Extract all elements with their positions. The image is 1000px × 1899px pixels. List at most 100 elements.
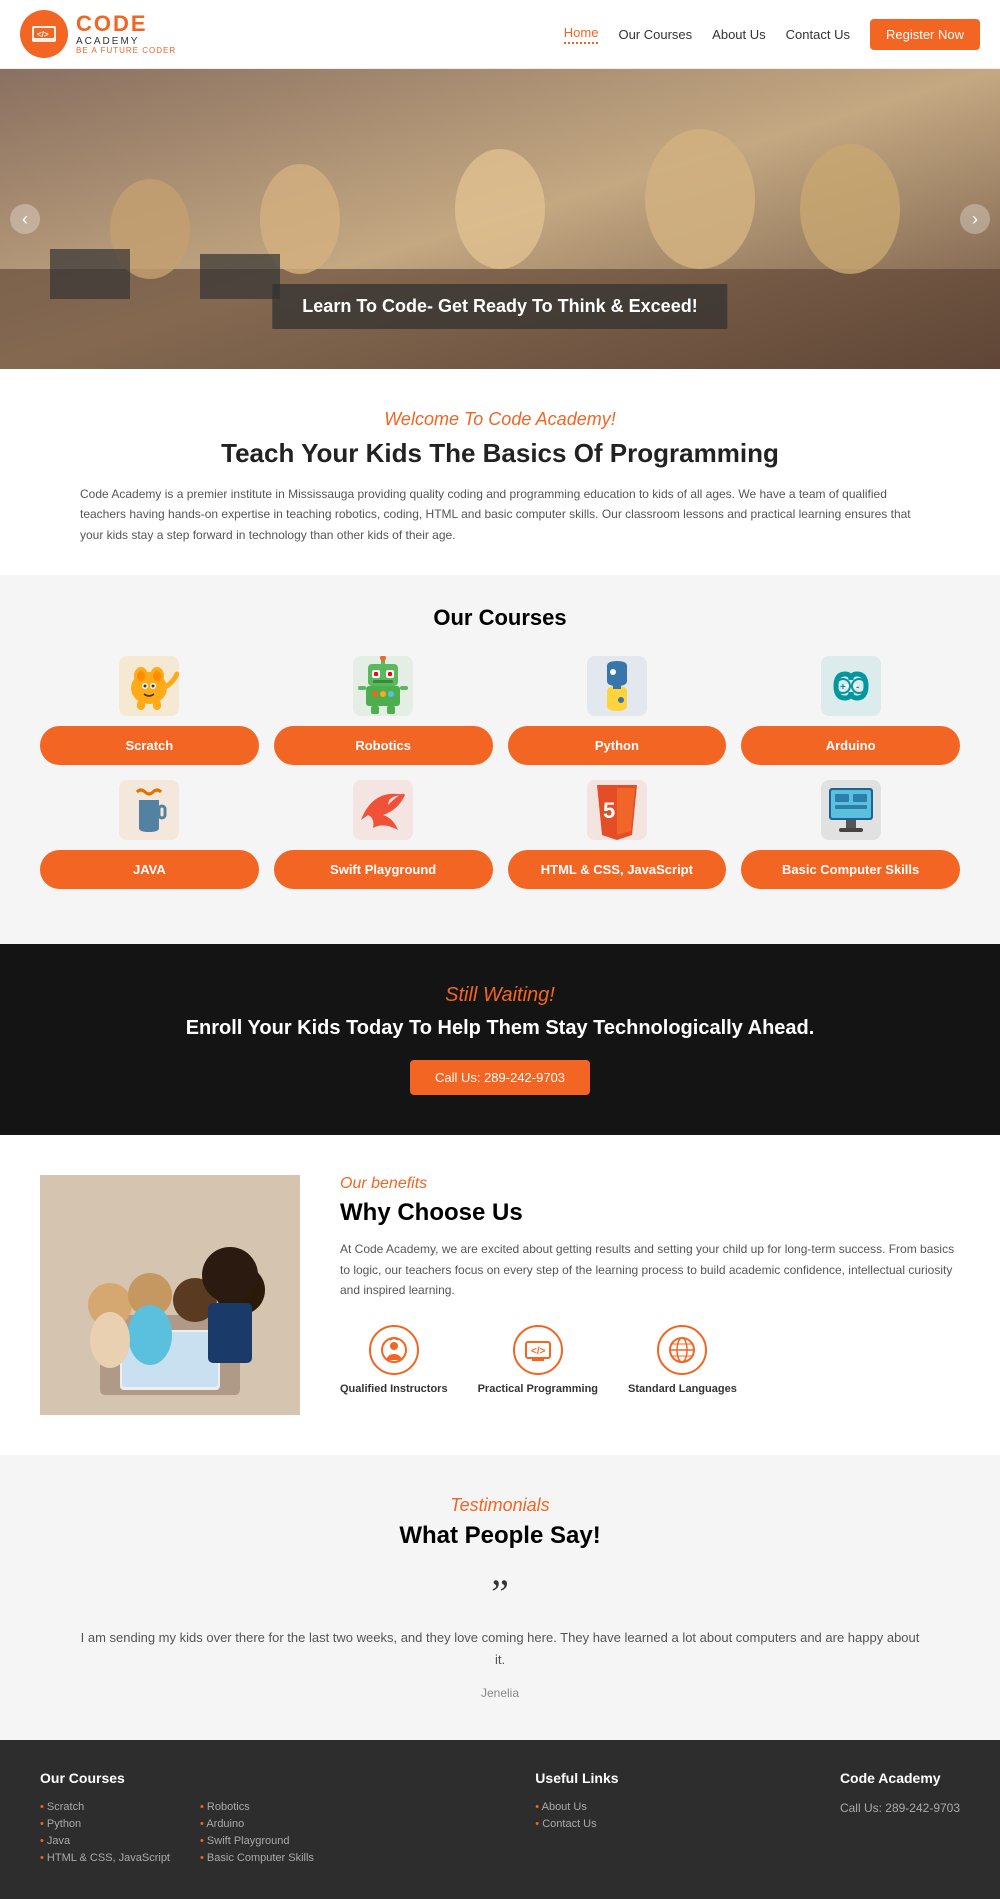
python-button[interactable]: Python (508, 726, 727, 765)
robotics-button[interactable]: Robotics (274, 726, 493, 765)
logo: </> CODE ACADEMY BE A FUTURE CODER (20, 10, 176, 58)
svg-text:</>: </> (531, 1346, 546, 1357)
footer-link-contact[interactable]: Contact Us (535, 1818, 618, 1830)
footer-course-java: Java (40, 1835, 170, 1847)
courses-section: Our Courses (0, 575, 1000, 944)
computer-icon (821, 780, 881, 840)
footer-brand-call: Call Us: 289-242-9703 (840, 1801, 960, 1815)
robotics-icon (353, 656, 413, 716)
course-swift: Swift Playground (274, 780, 493, 889)
footer-course-computer: Basic Computer Skills (200, 1852, 314, 1864)
swift-icon (353, 780, 413, 840)
testimonials-heading: What People Say! (80, 1522, 920, 1550)
benefit-practical: </> Practical Programming (478, 1325, 598, 1395)
nav-courses[interactable]: Our Courses (618, 27, 692, 42)
footer-course-robotics: Robotics (200, 1801, 314, 1813)
why-image (40, 1175, 300, 1415)
course-robotics: Robotics (274, 656, 493, 765)
call-button[interactable]: Call Us: 289-242-9703 (410, 1060, 590, 1095)
footer-links-heading: Useful Links (535, 1770, 618, 1786)
svg-text:-: - (856, 682, 859, 693)
svg-text:5: 5 (603, 798, 615, 823)
welcome-description: Code Academy is a premier institute in M… (80, 484, 920, 545)
footer-course-arduino: Arduino (200, 1818, 314, 1830)
course-scratch: Scratch (40, 656, 259, 765)
course-arduino: + - Arduino (741, 656, 960, 765)
footer-course-python: Python (40, 1818, 170, 1830)
benefit-qualified: Qualified Instructors (340, 1325, 448, 1395)
logo-tagline: BE A FUTURE CODER (76, 47, 176, 56)
footer-links-col: Useful Links About Us Contact Us (535, 1770, 618, 1869)
testimonial-author: Jenelia (80, 1686, 920, 1700)
courses-row2: JAVA Swift Playground 5 (40, 780, 960, 889)
footer-course-swift: Swift Playground (200, 1835, 314, 1847)
logo-icon: </> (20, 10, 68, 58)
arduino-icon: + - (821, 656, 881, 716)
footer-courses-heading: Our Courses (40, 1770, 314, 1786)
nav-links: Home Our Courses About Us Contact Us Reg… (564, 19, 980, 50)
course-java: JAVA (40, 780, 259, 889)
why-content: Our benefits Why Choose Us At Code Acade… (340, 1175, 960, 1395)
navbar: </> CODE ACADEMY BE A FUTURE CODER Home … (0, 0, 1000, 69)
java-icon (119, 780, 179, 840)
welcome-heading: Teach Your Kids The Basics Of Programmin… (80, 438, 920, 469)
logo-text: CODE ACADEMY BE A FUTURE CODER (76, 12, 176, 56)
logo-code: CODE (76, 12, 176, 36)
footer-link-about[interactable]: About Us (535, 1801, 618, 1813)
enroll-heading: Enroll Your Kids Today To Help Them Stay… (20, 1017, 980, 1040)
welcome-subtitle: Welcome To Code Academy! (80, 409, 920, 430)
languages-label: Standard Languages (628, 1383, 737, 1395)
benefits-icons: Qualified Instructors </> Practical Prog… (340, 1325, 960, 1395)
footer-course-scratch: Scratch (40, 1801, 170, 1813)
scratch-button[interactable]: Scratch (40, 726, 259, 765)
svg-text:</>: </> (37, 30, 49, 39)
course-computer: Basic Computer Skills (741, 780, 960, 889)
quote-mark: ” (80, 1570, 920, 1617)
benefit-languages: Standard Languages (628, 1325, 737, 1395)
hero-prev-button[interactable]: ‹ (10, 204, 40, 234)
course-html: 5 HTML & CSS, JavaScript (508, 780, 727, 889)
footer-useful-links: About Us Contact Us (535, 1801, 618, 1830)
svg-text:+: + (840, 682, 846, 693)
benefits-label: Our benefits (340, 1175, 960, 1193)
footer-courses-col: Our Courses Scratch Python Java HTML & C… (40, 1770, 314, 1869)
practical-icon: </> (513, 1325, 563, 1375)
enroll-section: Still Waiting! Enroll Your Kids Today To… (0, 944, 1000, 1135)
hero-section: Learn To Code- Get Ready To Think & Exce… (0, 69, 1000, 369)
nav-about[interactable]: About Us (712, 27, 765, 42)
welcome-section: Welcome To Code Academy! Teach Your Kids… (0, 369, 1000, 575)
java-button[interactable]: JAVA (40, 850, 259, 889)
html-button[interactable]: HTML & CSS, JavaScript (508, 850, 727, 889)
nav-home[interactable]: Home (564, 25, 599, 44)
scratch-icon (119, 656, 179, 716)
why-description: At Code Academy, we are excited about ge… (340, 1239, 960, 1300)
footer-brand-heading: Code Academy (840, 1770, 960, 1786)
courses-row1: Scratch (40, 656, 960, 765)
arduino-button[interactable]: Arduino (741, 726, 960, 765)
qualified-icon (369, 1325, 419, 1375)
computer-skills-button[interactable]: Basic Computer Skills (741, 850, 960, 889)
hero-next-button[interactable]: › (960, 204, 990, 234)
testimonial-quote: I am sending my kids over there for the … (80, 1627, 920, 1671)
practical-label: Practical Programming (478, 1383, 598, 1395)
swift-button[interactable]: Swift Playground (274, 850, 493, 889)
register-button[interactable]: Register Now (870, 19, 980, 50)
python-icon (587, 656, 647, 716)
languages-icon (657, 1325, 707, 1375)
nav-contact[interactable]: Contact Us (786, 27, 850, 42)
footer-courses-lists: Scratch Python Java HTML & CSS, JavaScri… (40, 1801, 314, 1869)
footer-courses-list1: Scratch Python Java HTML & CSS, JavaScri… (40, 1801, 170, 1869)
testimonials-label: Testimonials (80, 1495, 920, 1516)
courses-heading: Our Courses (40, 605, 960, 631)
html-icon: 5 (587, 780, 647, 840)
course-python: Python (508, 656, 727, 765)
hero-tagline: Learn To Code- Get Ready To Think & Exce… (272, 284, 727, 329)
why-section: Our benefits Why Choose Us At Code Acade… (0, 1135, 1000, 1455)
footer-brand-col: Code Academy Call Us: 289-242-9703 (840, 1770, 960, 1869)
footer-course-html: HTML & CSS, JavaScript (40, 1852, 170, 1864)
testimonials-section: Testimonials What People Say! ” I am sen… (0, 1455, 1000, 1740)
why-heading: Why Choose Us (340, 1199, 960, 1227)
footer: Our Courses Scratch Python Java HTML & C… (0, 1740, 1000, 1899)
still-waiting-label: Still Waiting! (20, 984, 980, 1007)
footer-courses-list2: Robotics Arduino Swift Playground Basic … (200, 1801, 314, 1869)
